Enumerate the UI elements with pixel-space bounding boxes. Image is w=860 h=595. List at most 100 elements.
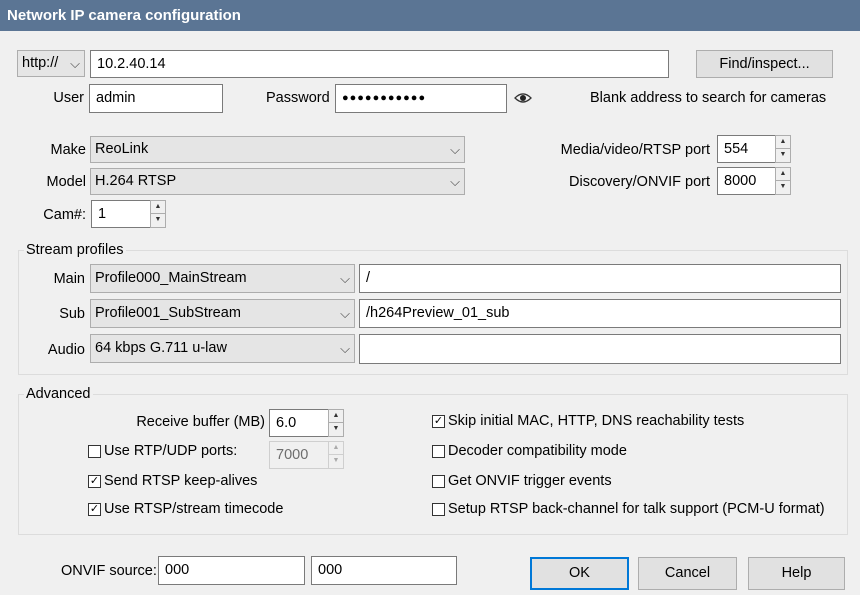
- spin-down-icon[interactable]: ▼: [329, 455, 343, 468]
- discovery-port-label: Discovery/ONVIF port: [569, 174, 710, 190]
- window-title-bar: Network IP camera configuration: [0, 0, 860, 31]
- decoder-compat-label: Decoder compatibility mode: [448, 443, 627, 459]
- onvif-source-value-2: 000: [318, 562, 343, 578]
- receive-buffer-spinner[interactable]: ▲ ▼: [328, 409, 344, 437]
- find-inspect-button[interactable]: Find/inspect...: [696, 50, 833, 78]
- sub-stream-path-input[interactable]: /h264Preview_01_sub: [359, 299, 841, 328]
- keepalive-checkbox[interactable]: ✓: [88, 475, 101, 488]
- make-label: Make: [50, 142, 86, 158]
- make-select[interactable]: ReoLink ⌵: [90, 136, 465, 163]
- main-stream-label: Main: [53, 271, 85, 287]
- help-label: Help: [781, 565, 812, 581]
- spin-up-icon[interactable]: ▲: [329, 442, 343, 455]
- check-icon: ✓: [433, 415, 444, 427]
- spin-up-icon[interactable]: ▲: [776, 136, 790, 149]
- user-label: User: [53, 90, 84, 106]
- user-value: admin: [96, 90, 136, 106]
- spin-down-icon[interactable]: ▼: [776, 181, 790, 194]
- password-value: ●●●●●●●●●●●: [342, 92, 427, 104]
- main-stream-select[interactable]: Profile000_MainStream ⌵: [90, 264, 355, 293]
- discovery-port-input[interactable]: 8000: [717, 167, 776, 195]
- find-inspect-label: Find/inspect...: [719, 56, 810, 72]
- main-stream-profile: Profile000_MainStream: [95, 270, 247, 286]
- onvif-trigger-label: Get ONVIF trigger events: [448, 473, 612, 489]
- password-label: Password: [266, 90, 330, 106]
- receive-buffer-value: 6.0: [276, 415, 297, 431]
- skip-tests-checkbox[interactable]: ✓: [432, 415, 445, 428]
- spin-down-icon[interactable]: ▼: [776, 149, 790, 162]
- chevron-down-icon: ⌵: [340, 306, 350, 321]
- cancel-label: Cancel: [664, 565, 711, 581]
- eye-icon[interactable]: [513, 90, 533, 106]
- help-button[interactable]: Help: [748, 557, 845, 590]
- rtp-udp-label: Use RTP/UDP ports:: [104, 443, 238, 459]
- receive-buffer-label: Receive buffer (MB): [136, 414, 265, 430]
- stream-profiles-title: Stream profiles: [24, 241, 126, 259]
- cam-number-label: Cam#:: [43, 207, 86, 223]
- onvif-source-input-1[interactable]: 000: [158, 556, 305, 585]
- rtp-udp-checkbox[interactable]: [88, 445, 101, 458]
- spin-up-icon[interactable]: ▲: [329, 410, 343, 423]
- cam-number-value: 1: [98, 206, 107, 222]
- rtp-udp-port-input[interactable]: 7000: [269, 441, 329, 469]
- audio-stream-select[interactable]: 64 kbps G.711 u-law ⌵: [90, 334, 355, 363]
- timecode-checkbox[interactable]: ✓: [88, 503, 101, 516]
- password-input[interactable]: ●●●●●●●●●●●: [335, 84, 507, 113]
- sub-stream-select[interactable]: Profile001_SubStream ⌵: [90, 299, 355, 328]
- chevron-down-icon: ⌵: [340, 341, 350, 356]
- backchannel-checkbox[interactable]: [432, 503, 445, 516]
- rtp-udp-port-value: 7000: [276, 447, 309, 463]
- media-port-input[interactable]: 554: [717, 135, 776, 163]
- user-input[interactable]: admin: [89, 84, 223, 113]
- cancel-button[interactable]: Cancel: [638, 557, 737, 590]
- sub-stream-profile: Profile001_SubStream: [95, 305, 241, 321]
- model-select[interactable]: H.264 RTSP ⌵: [90, 168, 465, 195]
- media-port-spinner[interactable]: ▲ ▼: [775, 135, 791, 163]
- model-label: Model: [46, 174, 87, 190]
- onvif-source-label: ONVIF source:: [61, 563, 157, 579]
- ok-button[interactable]: OK: [530, 557, 629, 590]
- onvif-source-input-2[interactable]: 000: [311, 556, 457, 585]
- check-icon: ✓: [89, 475, 100, 487]
- advanced-title: Advanced: [24, 385, 93, 403]
- main-stream-path: /: [366, 270, 371, 286]
- window-title: Network IP camera configuration: [7, 7, 241, 24]
- onvif-source-value-1: 000: [165, 562, 190, 578]
- sub-stream-label: Sub: [59, 306, 85, 322]
- spin-down-icon[interactable]: ▼: [329, 423, 343, 436]
- protocol-value: http://: [22, 55, 59, 71]
- check-icon: ✓: [89, 503, 100, 515]
- audio-stream-path-input[interactable]: [359, 334, 841, 364]
- ok-label: OK: [569, 565, 590, 581]
- decoder-compat-checkbox[interactable]: [432, 445, 445, 458]
- media-port-value: 554: [724, 141, 749, 157]
- discovery-port-value: 8000: [724, 173, 757, 189]
- media-port-label: Media/video/RTSP port: [560, 142, 710, 158]
- backchannel-label: Setup RTSP back-channel for talk support…: [448, 501, 825, 517]
- discovery-port-spinner[interactable]: ▲ ▼: [775, 167, 791, 195]
- cam-number-spinner[interactable]: ▲ ▼: [150, 200, 166, 228]
- main-stream-path-input[interactable]: /: [359, 264, 841, 293]
- cam-number-input[interactable]: 1: [91, 200, 152, 228]
- spin-up-icon[interactable]: ▲: [151, 201, 165, 214]
- chevron-down-icon: ⌵: [450, 142, 460, 157]
- protocol-select[interactable]: http:// ⌵: [17, 50, 85, 77]
- spin-down-icon[interactable]: ▼: [151, 214, 165, 227]
- model-value: H.264 RTSP: [95, 173, 177, 189]
- make-value: ReoLink: [95, 141, 149, 157]
- search-hint: Blank address to search for cameras: [590, 90, 827, 106]
- chevron-down-icon: ⌵: [450, 174, 460, 189]
- audio-stream-profile: 64 kbps G.711 u-law: [95, 340, 227, 356]
- timecode-label: Use RTSP/stream timecode: [104, 501, 284, 517]
- address-input[interactable]: 10.2.40.14: [90, 50, 669, 78]
- address-value: 10.2.40.14: [97, 56, 166, 72]
- skip-tests-label: Skip initial MAC, HTTP, DNS reachability…: [448, 413, 745, 429]
- rtp-udp-port-spinner[interactable]: ▲ ▼: [328, 441, 344, 469]
- audio-stream-label: Audio: [47, 342, 85, 358]
- spin-up-icon[interactable]: ▲: [776, 168, 790, 181]
- onvif-trigger-checkbox[interactable]: [432, 475, 445, 488]
- keepalive-label: Send RTSP keep-alives: [104, 473, 258, 489]
- chevron-down-icon: ⌵: [340, 271, 350, 286]
- receive-buffer-input[interactable]: 6.0: [269, 409, 329, 437]
- chevron-down-icon: ⌵: [70, 56, 80, 71]
